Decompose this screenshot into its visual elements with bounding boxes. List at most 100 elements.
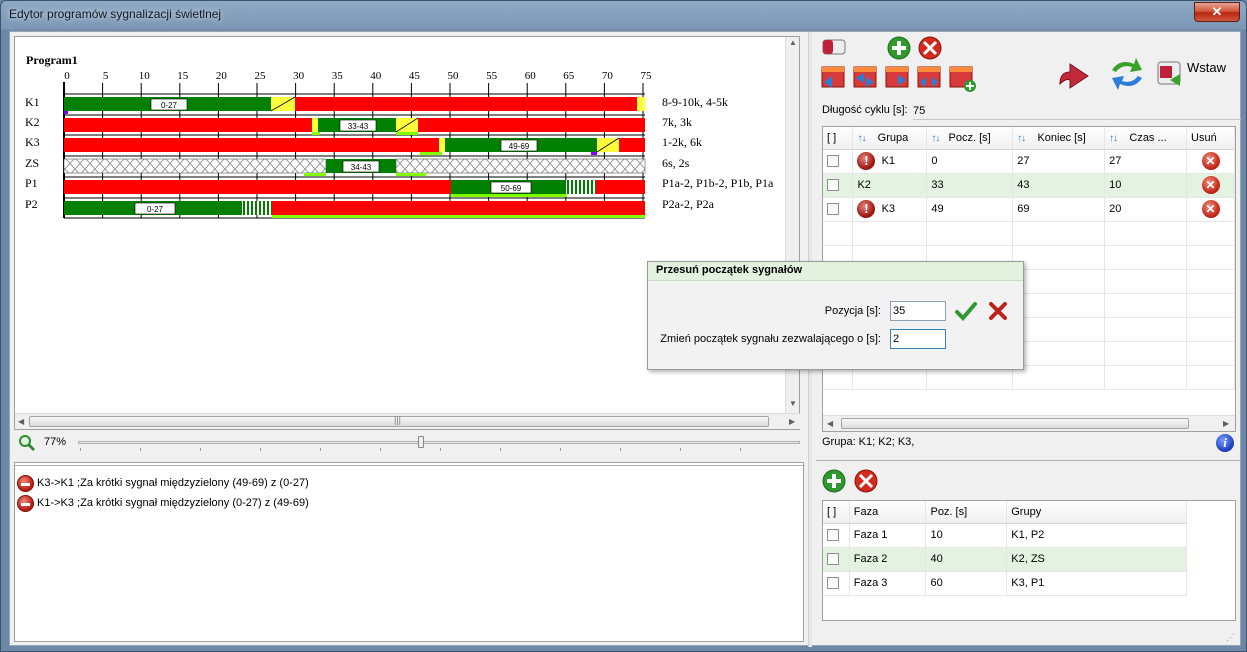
table-row[interactable]: Faza 3 60 K3, P1	[823, 571, 1187, 596]
col-header-phase-start[interactable]: Poz. [s]	[925, 501, 1008, 524]
phase-start[interactable]: 60	[925, 571, 1008, 596]
insert-button[interactable]: Wstaw	[1187, 60, 1226, 75]
group-start[interactable]: 33	[926, 173, 1014, 198]
groups-scroll-thumb[interactable]	[841, 418, 1189, 429]
phase-groups[interactable]: K1, P2	[1006, 523, 1187, 548]
table-row[interactable]: Faza 1 10 K1, P2	[823, 523, 1187, 548]
row-checkbox[interactable]	[827, 155, 839, 168]
detector-label-p1: P1a-2, P1b-2, P1b, P1a	[662, 176, 774, 190]
col-header-end[interactable]: ↑↓ Koniec [s]	[1012, 127, 1106, 150]
time-tick-label: 10	[139, 70, 151, 82]
delete-icon[interactable]: ✕	[1201, 176, 1220, 194]
dialog-title: Przesuń początek sygnałów	[648, 262, 1023, 281]
log-item[interactable]: K1->K3 ;Za krótki sygnał międzyzielony (…	[17, 493, 309, 513]
table-row[interactable]: ! K1 0 27 27 ✕	[823, 149, 1235, 174]
move-left-icon[interactable]	[821, 66, 845, 88]
zoom-magnifier-icon	[19, 435, 36, 452]
phases-grid: [ ] Faza Poz. [s] Grupy Faza 1 10 K1, P2…	[822, 500, 1236, 621]
row-checkbox[interactable]	[827, 179, 839, 192]
group-duration[interactable]: 20	[1104, 197, 1188, 222]
zoom-tick	[380, 448, 381, 451]
col-header-phase[interactable]: Faza	[849, 501, 927, 524]
scroll-left-icon[interactable]: ◀	[827, 419, 833, 428]
info-icon[interactable]: i	[1216, 434, 1234, 452]
shift-input[interactable]	[890, 329, 946, 349]
log-item[interactable]: K3->K1 ;Za krótki sygnał międzyzielony (…	[17, 473, 309, 493]
close-button[interactable]: ✕	[1194, 2, 1240, 22]
phase-start[interactable]: 40	[925, 547, 1008, 572]
remove-phase-icon[interactable]	[854, 469, 878, 493]
group-end[interactable]: 27	[1012, 149, 1106, 174]
row-checkbox[interactable]	[827, 529, 839, 542]
time-tick-label: 5	[103, 70, 109, 82]
chart-scroll-thumb[interactable]: |||	[29, 415, 769, 427]
move-right-icon[interactable]	[885, 66, 909, 88]
log-item-text: K3->K1 ;Za krótki sygnał międzyzielony (…	[37, 477, 309, 489]
sort-icon: ↑↓	[857, 132, 866, 144]
refresh-icon[interactable]	[1112, 58, 1142, 90]
row-k3-bars[interactable]: 49-69	[64, 137, 645, 155]
zoom-tick	[500, 448, 501, 451]
scroll-right-icon[interactable]: ▶	[1223, 419, 1229, 428]
add-row-icon[interactable]	[949, 66, 976, 92]
row-checkbox[interactable]	[827, 553, 839, 566]
scroll-up-icon[interactable]: ▲	[789, 38, 797, 47]
row-k1-bars[interactable]: 0-27	[64, 96, 645, 114]
remove-icon[interactable]	[918, 36, 942, 60]
program-title: Program1	[26, 53, 78, 67]
add-phase-icon[interactable]	[822, 469, 846, 493]
delete-icon[interactable]: ✕	[1201, 200, 1220, 218]
groups-horizontal-scrollbar[interactable]: ◀ ▶	[823, 415, 1235, 431]
row-label-k2: K2	[25, 115, 40, 129]
add-icon[interactable]	[887, 36, 911, 60]
delete-icon[interactable]: ✕	[1201, 152, 1220, 170]
chart-horizontal-scrollbar[interactable]: ◀ ||| ▶	[15, 413, 801, 429]
confirm-icon[interactable]	[955, 301, 977, 321]
table-row[interactable]: Faza 2 40 K2, ZS	[823, 547, 1187, 572]
clear-icon[interactable]	[822, 39, 846, 55]
col-header-groups[interactable]: Grupy	[1006, 501, 1187, 524]
col-header-start[interactable]: ↑↓ Pocz. [s]	[926, 127, 1014, 150]
expand-icon[interactable]	[917, 66, 941, 88]
cycle-length-input[interactable]: 75	[913, 105, 1241, 120]
position-input[interactable]	[890, 301, 946, 321]
table-row[interactable]: ! K3 49 69 20 ✕	[823, 197, 1235, 222]
group-start[interactable]: 49	[926, 197, 1014, 222]
row-p2-bars[interactable]: 0-27	[64, 201, 645, 218]
group-duration[interactable]: 27	[1104, 149, 1188, 174]
cancel-icon[interactable]	[988, 301, 1008, 321]
table-row[interactable]: K2 33 43 10 ✕	[823, 173, 1235, 198]
scroll-left-icon[interactable]: ◀	[18, 417, 24, 426]
group-duration[interactable]: 10	[1104, 173, 1188, 198]
zoom-tick	[140, 448, 141, 451]
position-label: Pozycja [s]:	[824, 305, 881, 317]
row-zs-bars[interactable]: 34-43	[63, 158, 646, 176]
zoom-slider-thumb[interactable]	[418, 436, 424, 448]
phase-groups[interactable]: K2, ZS	[1006, 547, 1187, 572]
row-checkbox[interactable]	[827, 577, 839, 590]
undo-icon[interactable]	[1059, 63, 1089, 89]
client-area: Program1 0 5 10 15 20 25 30 35 40 45 50 55 60 65 70 75 …	[9, 31, 1241, 647]
validation-log: K3->K1 ;Za krótki sygnał międzyzielony (…	[14, 462, 805, 642]
col-header-duration[interactable]: ↑↓ Czas ...	[1104, 127, 1188, 150]
col-header-check[interactable]: [ ]	[823, 501, 850, 524]
phase-groups[interactable]: K3, P1	[1006, 571, 1187, 596]
group-end[interactable]: 43	[1012, 173, 1106, 198]
zoom-tick	[560, 448, 561, 451]
phase-start[interactable]: 10	[925, 523, 1008, 548]
time-tick-label: 20	[216, 70, 228, 82]
insert-icon[interactable]	[1157, 61, 1181, 86]
col-header-group[interactable]: ↑↓ Grupa	[852, 127, 928, 150]
row-checkbox[interactable]	[827, 203, 839, 216]
scroll-down-icon[interactable]: ▼	[789, 399, 797, 408]
warning-icon: !	[857, 152, 876, 170]
row-k2-bars[interactable]: 33-43	[64, 117, 645, 135]
row-p1-bars[interactable]: 50-69	[64, 180, 645, 197]
swap-icon[interactable]	[853, 66, 877, 88]
scroll-right-icon[interactable]: ▶	[789, 417, 795, 426]
zoom-slider[interactable]	[78, 441, 800, 444]
resize-grip-icon[interactable]: ⋰	[1226, 632, 1235, 643]
group-start[interactable]: 0	[926, 149, 1014, 174]
group-end[interactable]: 69	[1012, 197, 1106, 222]
col-header-check[interactable]: [ ]	[823, 127, 854, 150]
